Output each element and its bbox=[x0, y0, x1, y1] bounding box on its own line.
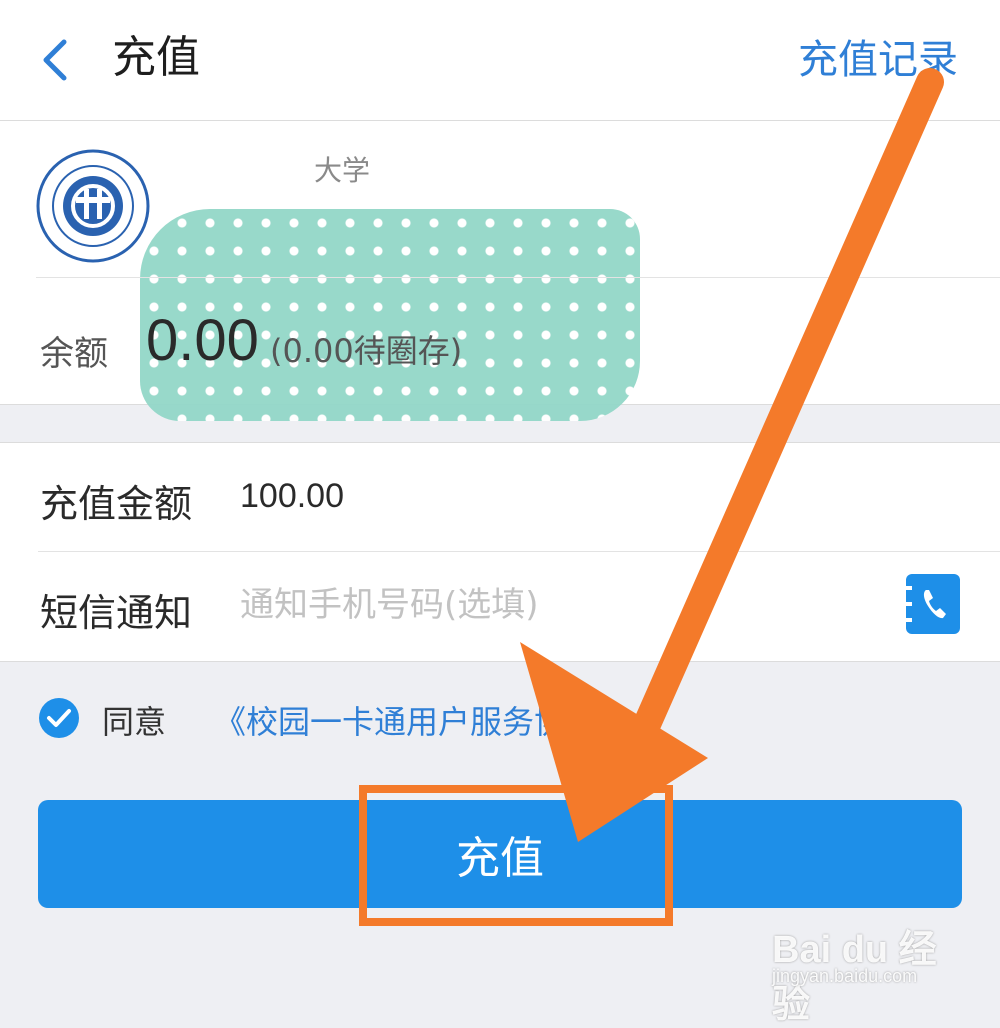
balance-label: 余额 bbox=[40, 334, 108, 374]
sms-row: 短信通知 bbox=[0, 552, 1000, 660]
checkbox-checked-icon[interactable] bbox=[38, 697, 80, 739]
phone-number-input[interactable] bbox=[240, 580, 860, 630]
divider bbox=[36, 277, 1000, 278]
sms-label: 短信通知 bbox=[40, 591, 193, 635]
amount-label: 充值金额 bbox=[40, 482, 193, 526]
page-title: 充值 bbox=[112, 32, 200, 83]
balance-pending: (0.00待圈存) bbox=[270, 332, 463, 370]
recharge-button[interactable]: 充值 bbox=[38, 800, 962, 908]
school-name: 大学 bbox=[314, 154, 371, 187]
balance-value: 0.00 bbox=[146, 308, 259, 373]
card-info-panel: 大学 余额 0.00 (0.00待圈存) bbox=[0, 121, 1000, 421]
watermark-url: jingyan.baidu.com bbox=[772, 966, 918, 986]
chevron-left-icon[interactable] bbox=[36, 36, 76, 84]
recharge-form: 充值金额 短信通知 bbox=[0, 442, 1000, 662]
amount-input[interactable] bbox=[240, 471, 840, 521]
agreement-link[interactable]: 《校园一卡通用户服务协议》 bbox=[214, 697, 630, 743]
top-bar: 充值 充值记录 bbox=[0, 0, 1000, 121]
amount-row: 充值金额 bbox=[0, 443, 1000, 551]
agreement-row: 同意 《校园一卡通用户服务协议》 bbox=[38, 695, 738, 743]
phone-book-icon[interactable] bbox=[906, 574, 960, 634]
agreement-prefix: 同意 bbox=[102, 703, 167, 741]
school-logo bbox=[36, 149, 150, 263]
recharge-record-link[interactable]: 充值记录 bbox=[798, 32, 958, 88]
baidu-watermark: Bai du 经验 jingyan.baidu.com bbox=[772, 918, 972, 1026]
